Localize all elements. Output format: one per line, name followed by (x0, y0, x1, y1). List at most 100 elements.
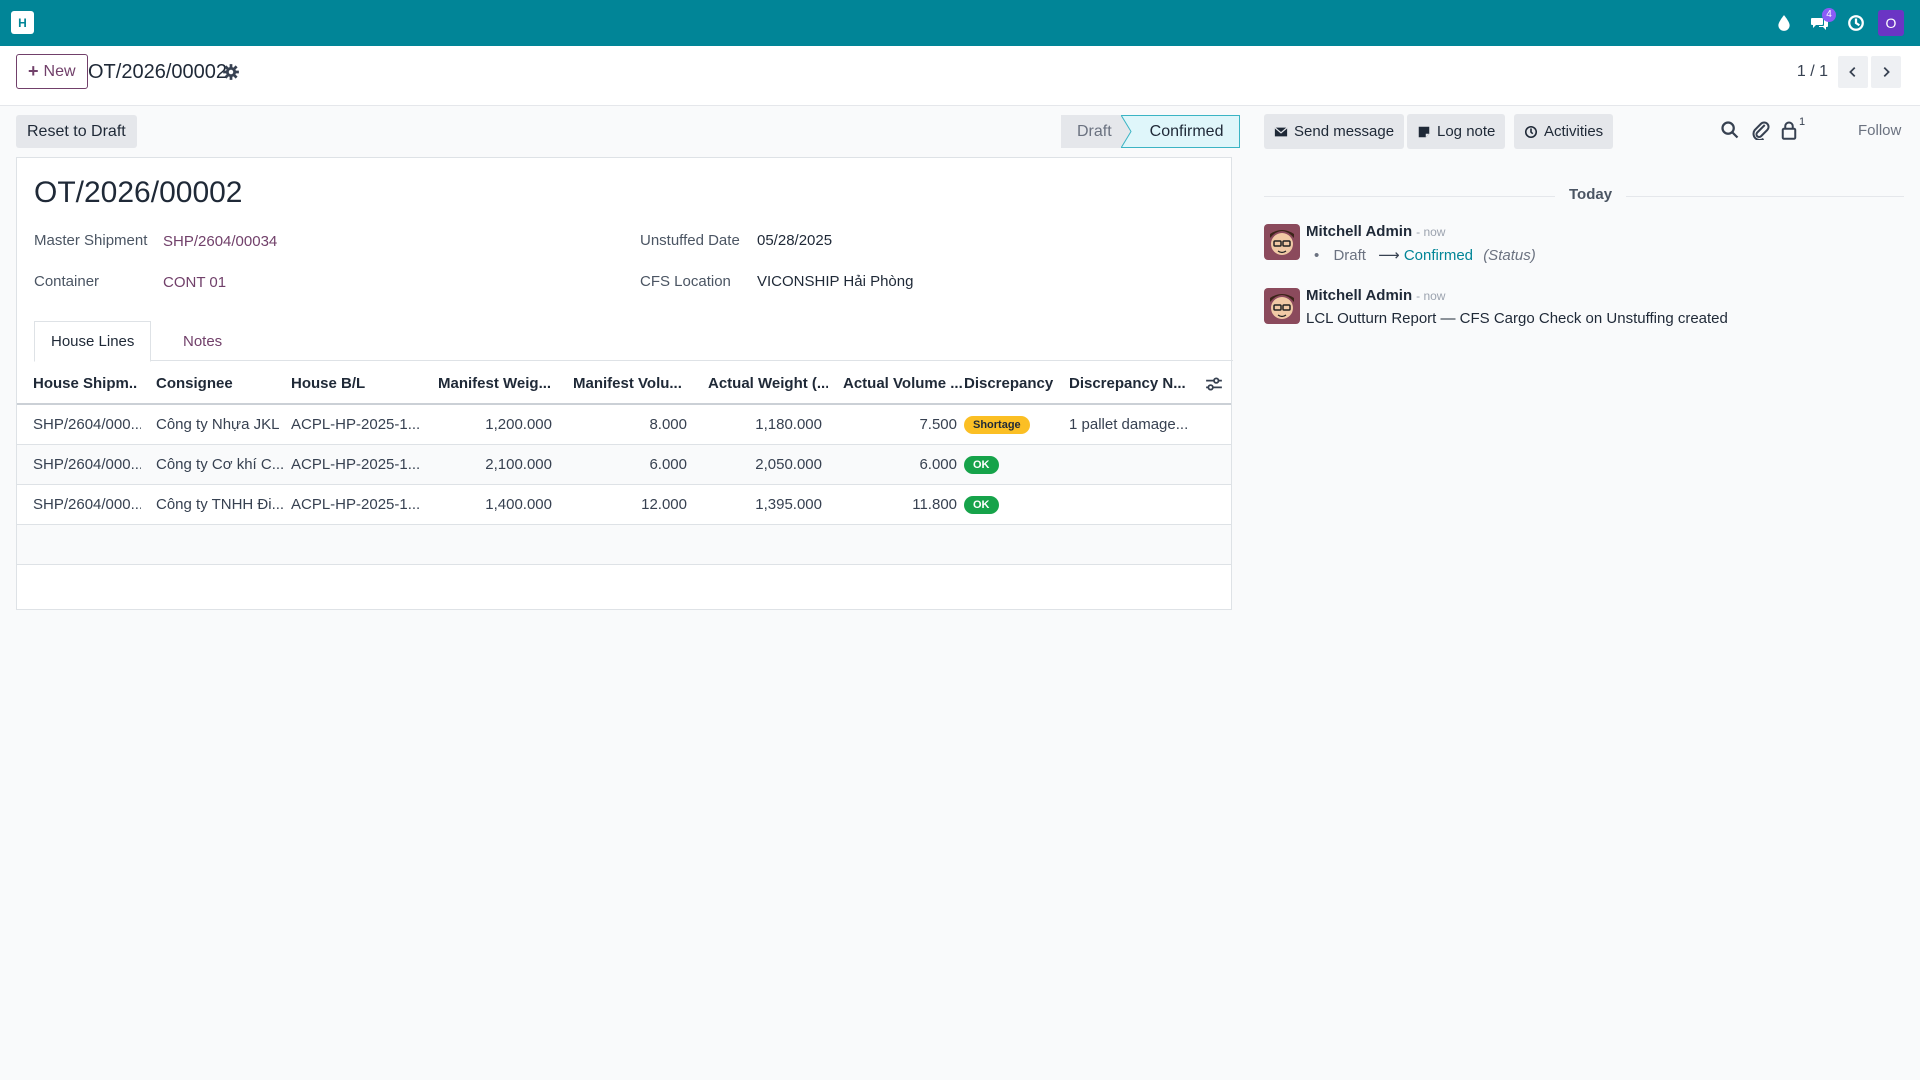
user-avatar[interactable]: O (1878, 10, 1904, 36)
tab-notes[interactable]: Notes (167, 321, 238, 362)
cell-discrepancy: OK (964, 445, 1064, 484)
gear-icon[interactable] (222, 63, 240, 81)
message-author[interactable]: Mitchell Admin - now (1306, 223, 1445, 240)
cell-house-shipment: SHP/2604/000... (33, 416, 141, 433)
avatar[interactable] (1264, 224, 1300, 260)
unstuffed-date-label: Unstuffed Date (640, 232, 740, 249)
unstuffed-date-value[interactable]: 05/28/2025 (757, 232, 832, 249)
breadcrumb-title: OT/2026/00002 (88, 61, 227, 83)
new-button[interactable]: + New (16, 54, 88, 89)
cell-discrepancy: Shortage (964, 405, 1064, 444)
followers-count: 1 (1799, 116, 1806, 128)
cfs-location-value[interactable]: VICONSHIP Hải Phòng (757, 273, 913, 290)
author-name[interactable]: Mitchell Admin (1306, 223, 1412, 240)
clock-icon (1524, 125, 1538, 138)
table-row[interactable]: SHP/2604/000... Công ty Cơ khí C... ACPL… (17, 445, 1231, 485)
cell-consignee: Công ty Nhựa JKL (156, 416, 280, 433)
paperclip-icon[interactable] (1751, 120, 1771, 140)
tracking-value: • Draft ⟶ Confirmed (Status) (1306, 246, 1536, 264)
col-manifest-volume[interactable]: Manifest Volu... (573, 363, 693, 403)
discrepancy-badge: Shortage (964, 415, 1030, 434)
pager-value[interactable]: 1 / 1 (1797, 63, 1828, 81)
message-author[interactable]: Mitchell Admin - now (1306, 287, 1445, 304)
cell-actual-volume: 6.000 (919, 456, 957, 473)
col-house-shipment[interactable]: House Shipm... (33, 363, 138, 403)
cell-house-shipment: SHP/2604/000... (33, 456, 141, 473)
master-shipment-link[interactable]: SHP/2604/00034 (163, 233, 277, 250)
lock-icon[interactable] (1779, 120, 1799, 140)
clock-icon[interactable] (1838, 0, 1874, 46)
cell-manifest-volume: 12.000 (641, 496, 687, 513)
tab-house-lines[interactable]: House Lines (34, 321, 152, 362)
cell-manifest-weight: 1,200.000 (485, 416, 552, 433)
stage-confirmed[interactable]: Confirmed (1125, 115, 1241, 148)
chevron-right-icon (1883, 67, 1890, 77)
col-manifest-weight[interactable]: Manifest Weig... (438, 363, 558, 403)
plus-icon: + (28, 61, 39, 81)
col-actual-volume[interactable]: Actual Volume ... (843, 363, 963, 403)
cell-actual-weight: 1,395.000 (755, 496, 822, 513)
old-value: Draft (1333, 247, 1366, 264)
log-note-button[interactable]: Log note (1407, 114, 1506, 149)
cell-discrepancy-note (1069, 445, 1199, 484)
cell-house-bl: ACPL-HP-2025-1... (291, 496, 421, 513)
cell-house-shipment: SHP/2604/000... (33, 496, 141, 513)
pager-previous-button[interactable] (1838, 56, 1868, 88)
reset-to-draft-button[interactable]: Reset to Draft (16, 115, 137, 148)
stage-draft[interactable]: Draft (1061, 115, 1126, 148)
column-settings-icon[interactable] (1205, 375, 1223, 393)
search-icon[interactable] (1720, 120, 1740, 140)
author-name[interactable]: Mitchell Admin (1306, 287, 1412, 304)
activities-button[interactable]: Activities (1514, 114, 1614, 149)
arrow-right-icon: ⟶ (1378, 247, 1400, 264)
container-link[interactable]: CONT 01 (163, 274, 226, 291)
avatar[interactable] (1264, 288, 1300, 324)
statusbar: Draft Confirmed (1061, 115, 1241, 148)
messages-icon[interactable]: 4 (1802, 0, 1838, 46)
activities-label: Activities (1544, 123, 1604, 140)
cell-manifest-volume: 8.000 (649, 416, 687, 433)
col-actual-weight[interactable]: Actual Weight (... (708, 363, 828, 403)
top-navbar: H 4 O (0, 0, 1920, 46)
form-sheet: OT/2026/00002 Master Shipment SHP/2604/0… (16, 157, 1233, 610)
table-row[interactable]: SHP/2604/000... Công ty Nhựa JKL ACPL-HP… (17, 405, 1231, 445)
cell-consignee: Công ty TNHH Đi... (156, 496, 285, 513)
follow-button[interactable]: Follow (1858, 122, 1901, 139)
envelope-icon (1274, 126, 1288, 136)
col-discrepancy[interactable]: Discrepancy (964, 363, 1064, 403)
cell-house-bl: ACPL-HP-2025-1... (291, 456, 421, 473)
app-logo[interactable]: H (11, 11, 34, 34)
cell-actual-weight: 2,050.000 (755, 456, 822, 473)
droplet-icon[interactable] (1766, 0, 1802, 46)
notebook-tabs: House Lines Notes (34, 321, 1233, 362)
discrepancy-badge: OK (964, 455, 999, 474)
new-button-label: New (43, 62, 76, 80)
pager-next-button[interactable] (1871, 56, 1901, 88)
send-message-button[interactable]: Send message (1264, 114, 1405, 149)
cell-manifest-weight: 1,400.000 (485, 496, 552, 513)
record-title: OT/2026/00002 (34, 176, 243, 209)
messages-badge: 4 (1822, 8, 1836, 22)
container-label: Container (34, 273, 100, 290)
col-discrepancy-note[interactable]: Discrepancy N... (1069, 363, 1189, 403)
systray: 4 O (1766, 0, 1920, 46)
master-shipment-label: Master Shipment (34, 232, 148, 249)
cell-consignee: Công ty Cơ khí C... (156, 456, 285, 473)
cell-house-bl: ACPL-HP-2025-1... (291, 416, 421, 433)
cell-manifest-volume: 6.000 (649, 456, 687, 473)
col-house-bl[interactable]: House B/L (291, 363, 421, 403)
cell-discrepancy-note (1069, 485, 1199, 524)
note-icon (1418, 126, 1430, 137)
new-value: Confirmed (1403, 247, 1474, 264)
log-note-label: Log note (1437, 123, 1496, 140)
col-consignee[interactable]: Consignee (156, 363, 281, 403)
table-row[interactable]: SHP/2604/000... Công ty TNHH Đi... ACPL-… (17, 485, 1231, 525)
message-time: - now (1416, 225, 1446, 239)
bullet: • (1314, 247, 1320, 264)
empty-row (17, 525, 1231, 565)
cfs-location-label: CFS Location (640, 273, 731, 290)
message-time: - now (1416, 289, 1446, 303)
cell-actual-volume: 11.800 (912, 496, 957, 513)
date-separator: Today (1555, 186, 1627, 203)
cell-manifest-weight: 2,100.000 (485, 456, 552, 473)
